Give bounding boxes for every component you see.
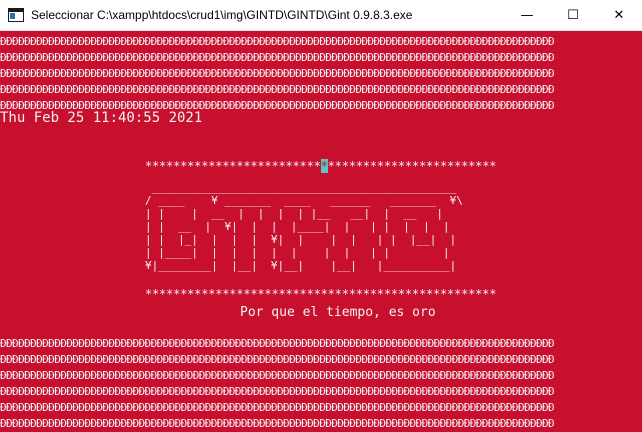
- fill-row-8: ÐÐÐÐÐÐÐÐÐÐÐÐÐÐÐÐÐÐÐÐÐÐÐÐÐÐÐÐÐÐÐÐÐÐÐÐÐÐÐÐ…: [0, 369, 555, 382]
- stars-top-right: ************************: [327, 159, 497, 173]
- gintd-ascii-logo: ________________________________________…: [145, 181, 463, 272]
- console-window: Seleccionar C:\xampp\htdocs\crud1\img\GI…: [0, 0, 642, 432]
- fill-row-6: ÐÐÐÐÐÐÐÐÐÐÐÐÐÐÐÐÐÐÐÐÐÐÐÐÐÐÐÐÐÐÐÐÐÐÐÐÐÐÐÐ…: [0, 337, 555, 350]
- title-bar[interactable]: Seleccionar C:\xampp\htdocs\crud1\img\GI…: [0, 0, 642, 31]
- stars-bottom: ****************************************…: [145, 287, 497, 301]
- timestamp: Thu Feb 25 11:40:55 2021: [0, 110, 203, 126]
- fill-row-1: ÐÐÐÐÐÐÐÐÐÐÐÐÐÐÐÐÐÐÐÐÐÐÐÐÐÐÐÐÐÐÐÐÐÐÐÐÐÐÐÐ…: [0, 35, 555, 48]
- console-area[interactable]: ÐÐÐÐÐÐÐÐÐÐÐÐÐÐÐÐÐÐÐÐÐÐÐÐÐÐÐÐÐÐÐÐÐÐÐÐÐÐÐÐ…: [0, 31, 642, 432]
- fill-row-11: ÐÐÐÐÐÐÐÐÐÐÐÐÐÐÐÐÐÐÐÐÐÐÐÐÐÐÐÐÐÐÐÐÐÐÐÐÐÐÐÐ…: [0, 417, 555, 430]
- minimize-button[interactable]: —: [504, 0, 550, 31]
- fill-row-3: ÐÐÐÐÐÐÐÐÐÐÐÐÐÐÐÐÐÐÐÐÐÐÐÐÐÐÐÐÐÐÐÐÐÐÐÐÐÐÐÐ…: [0, 67, 555, 80]
- console-window-icon[interactable]: [8, 8, 24, 22]
- window-controls: — ☐ ✕: [504, 0, 642, 31]
- stars-top: ****************************************…: [145, 159, 496, 174]
- fill-row-2: ÐÐÐÐÐÐÐÐÐÐÐÐÐÐÐÐÐÐÐÐÐÐÐÐÐÐÐÐÐÐÐÐÐÐÐÐÐÐÐÐ…: [0, 51, 555, 64]
- window-title: Seleccionar C:\xampp\htdocs\crud1\img\GI…: [31, 8, 413, 22]
- fill-row-9: ÐÐÐÐÐÐÐÐÐÐÐÐÐÐÐÐÐÐÐÐÐÐÐÐÐÐÐÐÐÐÐÐÐÐÐÐÐÐÐÐ…: [0, 385, 555, 398]
- fill-row-4: ÐÐÐÐÐÐÐÐÐÐÐÐÐÐÐÐÐÐÐÐÐÐÐÐÐÐÐÐÐÐÐÐÐÐÐÐÐÐÐÐ…: [0, 83, 555, 96]
- fill-row-7: ÐÐÐÐÐÐÐÐÐÐÐÐÐÐÐÐÐÐÐÐÐÐÐÐÐÐÐÐÐÐÐÐÐÐÐÐÐÐÐÐ…: [0, 353, 555, 366]
- close-button[interactable]: ✕: [596, 0, 642, 31]
- maximize-button[interactable]: ☐: [550, 0, 596, 31]
- fill-row-10: ÐÐÐÐÐÐÐÐÐÐÐÐÐÐÐÐÐÐÐÐÐÐÐÐÐÐÐÐÐÐÐÐÐÐÐÐÐÐÐÐ…: [0, 401, 555, 414]
- tagline: Por que el tiempo, es oro: [240, 305, 436, 320]
- stars-top-left: *************************: [145, 159, 321, 173]
- text-cursor: *: [320, 159, 328, 173]
